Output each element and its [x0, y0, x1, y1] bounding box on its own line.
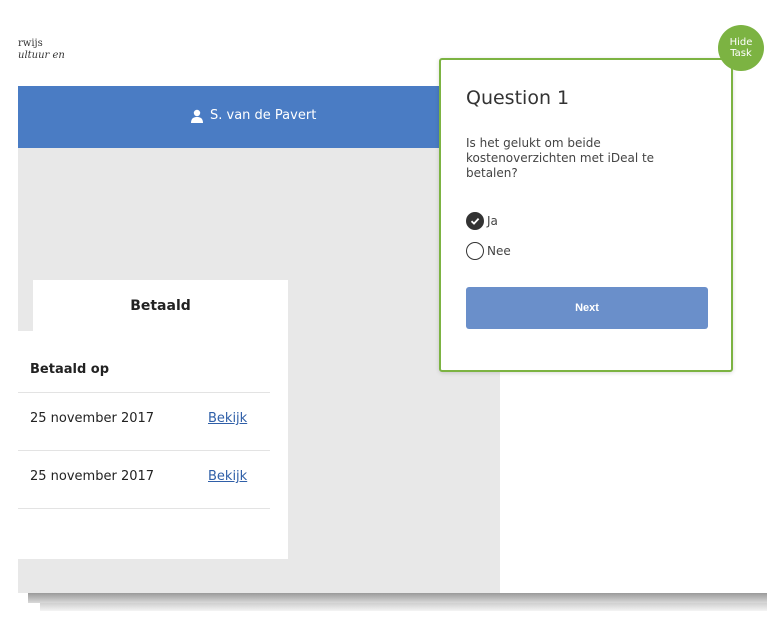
divider — [18, 450, 270, 451]
divider — [18, 508, 270, 509]
option-nee[interactable]: Nee — [466, 242, 511, 260]
row-2-view-link[interactable]: Bekijk — [208, 469, 247, 484]
logo: rwijs ultuur en — [18, 38, 65, 62]
top-navbar: S. van de Pavert — [18, 86, 500, 148]
user-name: S. van de Pavert — [210, 108, 317, 123]
tab-spacer — [18, 280, 33, 331]
row-2-date: 25 november 2017 — [30, 469, 155, 484]
column-header-paid-on: Betaald op — [30, 362, 110, 377]
task-panel: Question 1 Is het gelukt om beide kosten… — [439, 58, 733, 372]
option-nee-label: Nee — [487, 244, 511, 258]
question-title: Question 1 — [466, 87, 570, 109]
hide-task-button[interactable]: Hide Task — [718, 25, 764, 71]
window-shadow — [28, 593, 767, 603]
person-icon — [191, 109, 203, 123]
divider — [18, 392, 270, 393]
row-1-view-link[interactable]: Bekijk — [208, 411, 247, 426]
user-menu[interactable]: S. van de Pavert — [190, 108, 316, 123]
hide-task-label-1: Hide — [729, 37, 753, 48]
hide-task-label-2: Task — [730, 48, 752, 59]
next-button[interactable]: Next — [466, 287, 708, 329]
option-ja-label: Ja — [487, 214, 498, 228]
window-shadow-soft — [40, 603, 767, 611]
option-ja[interactable]: Ja — [466, 212, 498, 230]
logo-line2: ultuur en — [18, 50, 65, 61]
question-text: Is het gelukt om beide kostenoverzichten… — [466, 136, 655, 180]
radio-unchecked-icon[interactable] — [466, 242, 484, 260]
radio-checked-icon[interactable] — [466, 212, 484, 230]
logo-line1: rwijs — [18, 38, 43, 49]
tab-betaald[interactable]: Betaald — [33, 280, 288, 331]
row-1-date: 25 november 2017 — [30, 411, 155, 426]
